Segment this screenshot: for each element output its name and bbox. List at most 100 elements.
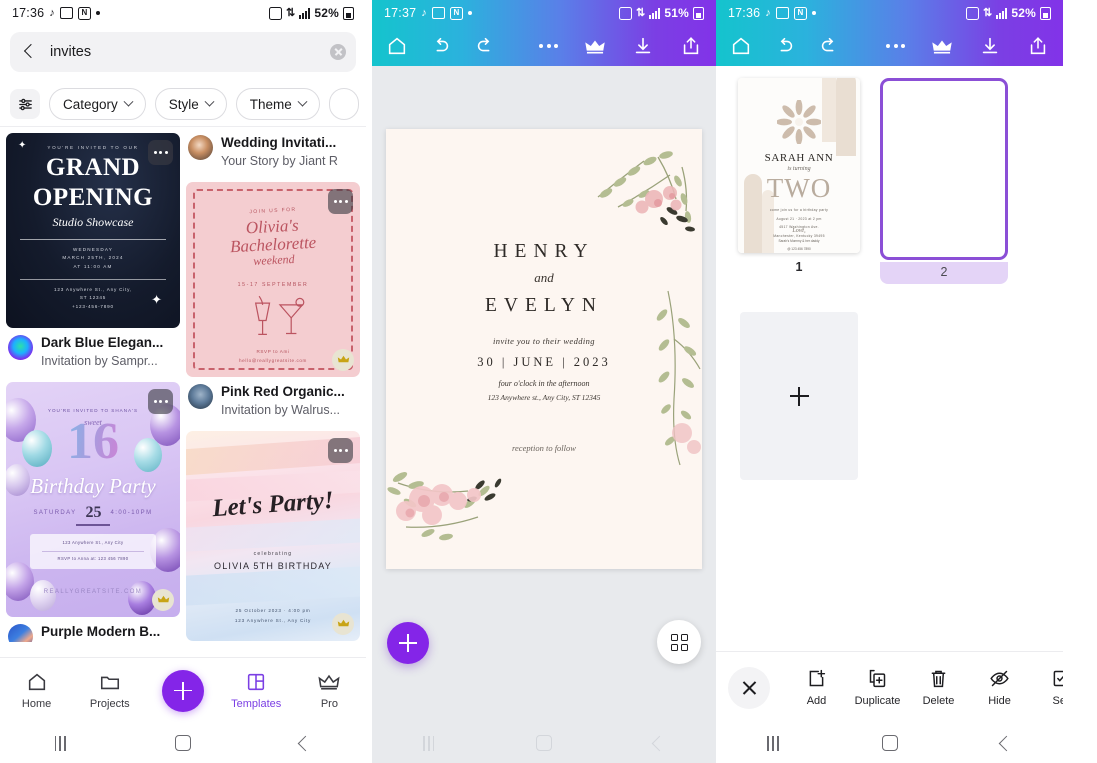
status-time: 17:36 [728, 6, 761, 20]
signal-icon [996, 7, 1008, 19]
home-icon[interactable] [730, 35, 752, 57]
back-icon[interactable] [651, 735, 668, 751]
battery-percent: 52% [1011, 6, 1036, 20]
template-thumbnail[interactable]: Let's Party! celebrating OLIVIA 5TH BIRT… [186, 430, 360, 641]
crown-icon[interactable] [931, 35, 953, 57]
art-sweet: sweet [84, 417, 102, 427]
share-icon[interactable] [680, 35, 702, 57]
tool-hide[interactable]: Hide [969, 668, 1030, 707]
template-item[interactable]: Let's Party! celebrating OLIVIA 5TH BIRT… [186, 430, 360, 642]
tab-templates[interactable]: Templates [220, 671, 293, 710]
signal-icon [299, 7, 311, 19]
tool-select-label: Sel [1052, 695, 1063, 707]
recents-icon[interactable] [767, 735, 779, 751]
divider [42, 550, 144, 552]
template-options-button[interactable] [328, 437, 353, 463]
home-square-icon[interactable] [175, 735, 192, 751]
crown-icon[interactable] [584, 35, 606, 57]
editor-toolbar [716, 26, 1063, 66]
home-square-icon[interactable] [536, 735, 553, 751]
search-bar[interactable]: invites [10, 32, 356, 72]
download-icon[interactable] [979, 35, 1001, 57]
tab-create[interactable] [146, 669, 219, 712]
tab-pro[interactable]: Pro [293, 671, 366, 710]
template-item[interactable]: ✦ ✦ YOU'RE INVITED TO OUR GRAND OPENING … [6, 133, 180, 378]
recents-icon[interactable] [422, 735, 435, 751]
invitation-canvas[interactable]: HENRY and EVELYN invite you to their wed… [386, 129, 702, 569]
tool-delete[interactable]: Delete [908, 668, 969, 707]
template-item[interactable]: YOU'RE INVITED TO SHANA'S 16 sweet Birth… [6, 381, 180, 642]
divider [20, 278, 166, 280]
tool-add[interactable]: Add [786, 668, 847, 707]
pages-panel-button[interactable] [657, 620, 701, 664]
art-line1: 25 October 2023 · 4:00 pm [235, 608, 311, 614]
alarm-icon [965, 6, 979, 20]
note-icon: N [449, 6, 463, 20]
home-icon [28, 673, 45, 691]
template-item[interactable]: Wedding Invitati... Your Story by Jiant … [186, 127, 360, 178]
dot-icon [95, 11, 100, 15]
clear-icon[interactable] [330, 44, 346, 60]
chip-style[interactable]: Style [154, 88, 227, 120]
android-nav-bar [372, 723, 716, 763]
template-art-sweet-sixteen: YOU'RE INVITED TO SHANA'S 16 sweet Birth… [6, 381, 180, 617]
undo-icon[interactable] [430, 35, 452, 57]
status-time: 17:37 [384, 6, 417, 20]
template-thumbnail[interactable]: JOIN US FOR Olivia's Bachelorette weeken… [186, 181, 360, 377]
status-bar-panel3: 17:36 ♪ N ⇅ 52% [716, 0, 1063, 26]
template-thumbnail[interactable]: YOU'RE INVITED TO SHANA'S 16 sweet Birth… [6, 381, 180, 617]
page-preview[interactable]: SARAH ANN is turning TWO come join us fo… [738, 78, 860, 253]
template-options-button[interactable] [328, 188, 353, 214]
plus-icon [789, 386, 809, 406]
chip-theme-label: Theme [249, 96, 292, 112]
recents-icon[interactable] [54, 735, 66, 751]
create-button[interactable] [162, 669, 204, 712]
canvas-area[interactable]: HENRY and EVELYN invite you to their wed… [372, 66, 716, 684]
tool-select[interactable]: Sel [1030, 668, 1063, 707]
back-icon[interactable] [998, 735, 1014, 751]
download-icon[interactable] [632, 35, 654, 57]
status-bar-panel2: 17:37 ♪ N ⇅ 51% [372, 0, 716, 26]
page-preview-selected[interactable] [880, 78, 1008, 260]
invitation-line: invite you to their wedding [493, 336, 595, 346]
close-button[interactable] [728, 666, 770, 709]
chip-category[interactable]: Category [49, 88, 146, 120]
art-time: AT 11:00 AM [73, 263, 113, 269]
page-body2: August 21 · 2023 at 2 pm [776, 216, 822, 221]
tab-projects[interactable]: Projects [73, 671, 146, 710]
search-input[interactable]: invites [50, 44, 318, 60]
gallery-icon [775, 7, 789, 19]
art-addr2: RSVP to Anna at: 123 456 7890 [57, 555, 129, 561]
tab-home[interactable]: Home [0, 671, 73, 710]
art-dates: 15-17 SEPTEMBER [237, 281, 309, 288]
more-dots-icon[interactable] [539, 44, 558, 48]
more-dots-icon[interactable] [886, 44, 905, 48]
template-item[interactable]: JOIN US FOR Olivia's Bachelorette weeken… [186, 181, 360, 427]
share-icon[interactable] [1027, 35, 1049, 57]
home-square-icon[interactable] [881, 735, 898, 751]
redo-icon[interactable] [474, 35, 496, 57]
tool-duplicate[interactable]: Duplicate [847, 668, 908, 707]
template-thumbnail[interactable]: ✦ ✦ YOU'RE INVITED TO OUR GRAND OPENING … [6, 133, 180, 328]
filter-sliders-icon[interactable] [10, 89, 40, 119]
page-number-label: 2 [880, 262, 1008, 284]
redo-icon[interactable] [818, 35, 840, 57]
chip-more-partial[interactable] [328, 88, 359, 120]
home-icon[interactable] [386, 35, 408, 57]
add-page-placeholder[interactable] [740, 312, 858, 480]
avatar [8, 623, 33, 642]
template-options-button[interactable] [148, 140, 173, 165]
add-element-button[interactable] [387, 622, 429, 664]
page-sub: is turning [787, 166, 811, 172]
back-icon[interactable] [298, 735, 314, 751]
page-thumbnail-2[interactable]: 2 [880, 78, 1008, 284]
page-thumbnail-1[interactable]: SARAH ANN is turning TWO come join us fo… [738, 78, 860, 284]
tool-duplicate-label: Duplicate [854, 695, 901, 707]
battery-percent: 51% [664, 6, 689, 20]
chevron-down-icon [297, 96, 308, 107]
chip-theme[interactable]: Theme [235, 88, 320, 120]
undo-icon[interactable] [774, 35, 796, 57]
back-chevron-icon[interactable] [20, 43, 38, 61]
tool-hide-label: Hide [988, 695, 1011, 707]
template-options-button[interactable] [148, 388, 173, 414]
